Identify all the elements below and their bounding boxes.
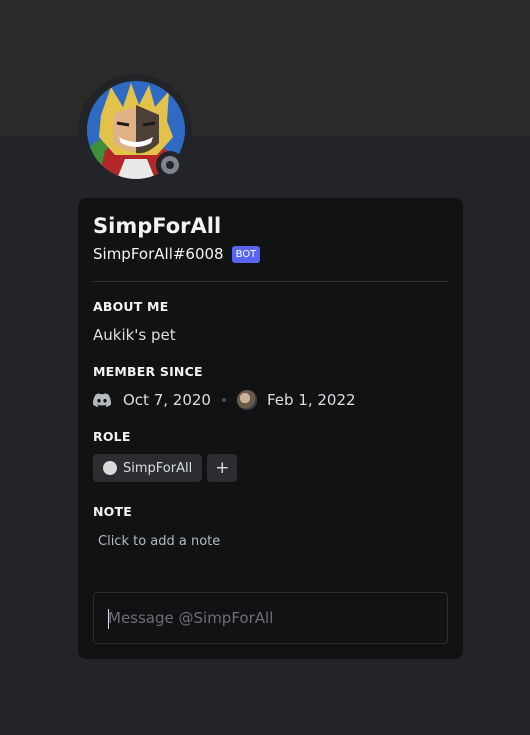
role-pill[interactable]: SimpForAll <box>93 454 203 482</box>
status-indicator <box>156 151 184 179</box>
divider <box>93 281 448 282</box>
profile-card: SimpForAll SimpForAll#6008 BOT ABOUT ME … <box>78 198 463 659</box>
server-icon[interactable] <box>236 390 257 410</box>
message-input[interactable] <box>94 593 447 643</box>
role-list: SimpForAll + <box>93 454 238 482</box>
note-input[interactable]: Click to add a note <box>93 529 448 555</box>
username-tag[interactable]: SimpForAll#6008 <box>93 245 224 263</box>
note-heading: NOTE <box>93 504 132 519</box>
separator-dot <box>221 398 226 402</box>
member-since-heading: MEMBER SINCE <box>93 364 203 379</box>
text-caret <box>108 609 109 629</box>
status-hole <box>166 161 174 169</box>
about-me-heading: ABOUT ME <box>93 299 169 314</box>
role-color-dot <box>103 461 117 475</box>
message-box[interactable] <box>93 592 448 644</box>
discord-logo-icon[interactable] <box>93 393 111 407</box>
username-row: SimpForAll#6008 BOT <box>93 245 261 263</box>
discord-join-date: Oct 7, 2020 <box>123 391 211 409</box>
about-me-text: Aukik's pet <box>93 326 176 344</box>
server-join-date: Feb 1, 2022 <box>266 391 356 409</box>
add-role-button[interactable]: + <box>207 454 238 482</box>
role-name: SimpForAll <box>123 460 193 476</box>
display-name: SimpForAll <box>93 214 222 238</box>
role-heading: ROLE <box>93 429 131 444</box>
avatar-container[interactable] <box>78 74 192 188</box>
offline-status-icon <box>161 156 179 174</box>
bot-badge: BOT <box>231 245 261 263</box>
member-since-row: Oct 7, 2020 Feb 1, 2022 <box>93 390 356 410</box>
